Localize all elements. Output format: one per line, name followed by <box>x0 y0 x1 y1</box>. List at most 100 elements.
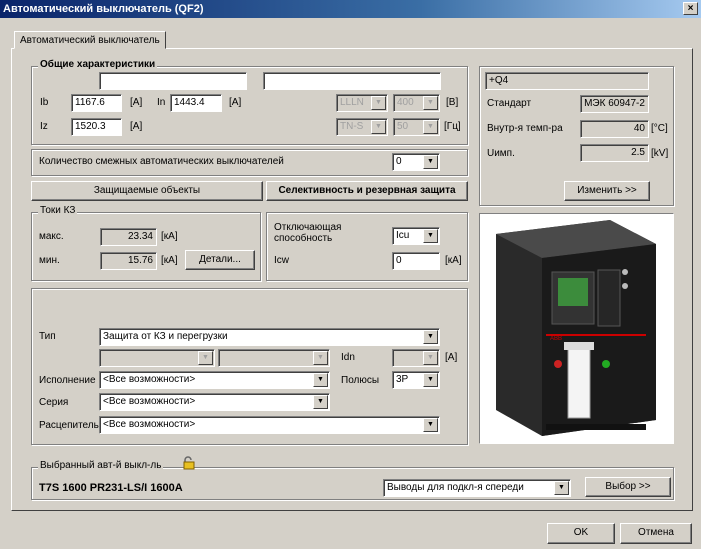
chevron-down-icon: ▼ <box>198 351 213 365</box>
tab-circuit-breaker[interactable]: Автоматический выключатель <box>14 31 166 49</box>
chevron-down-icon: ▼ <box>423 229 438 243</box>
release-value: <Все возможности> <box>103 419 196 430</box>
uimp-unit: [kV] <box>651 148 669 159</box>
temp-field: 40 <box>580 120 649 138</box>
ib-label: Ib <box>40 97 49 108</box>
lock-icon <box>182 456 196 470</box>
icw-unit: [кА] <box>445 255 462 266</box>
adjacent-select[interactable]: 0 ▼ <box>392 153 440 171</box>
series-select[interactable]: <Все возможности> ▼ <box>99 393 330 411</box>
icw-field[interactable]: 0 <box>392 252 440 270</box>
poles-label: Полюсы <box>341 375 380 386</box>
chevron-down-icon: ▼ <box>423 373 438 387</box>
system-value: LLLN <box>340 97 364 108</box>
type-label: Тип <box>39 331 56 342</box>
idn-select: ▼ <box>392 349 440 367</box>
general-legend: Общие характеристики <box>38 59 158 71</box>
type-select[interactable]: Защита от КЗ и перегрузки ▼ <box>99 328 440 346</box>
chevron-down-icon: ▼ <box>371 96 386 110</box>
window-title-bar: Автоматический выключатель (QF2) <box>0 0 701 18</box>
execution-label: Исполнение <box>39 375 96 386</box>
choose-button[interactable]: Выбор >> <box>585 477 671 497</box>
chevron-down-icon: ▼ <box>423 155 438 169</box>
in-field[interactable]: 1443.4 <box>170 94 222 112</box>
chevron-down-icon: ▼ <box>371 120 386 134</box>
icw-label: Icw <box>274 255 289 266</box>
chevron-down-icon: ▼ <box>554 481 569 495</box>
chevron-down-icon: ▼ <box>423 120 438 134</box>
poles-value: 3P <box>396 374 409 385</box>
iz-label: Iz <box>40 121 48 132</box>
voltage-unit: [В] <box>446 97 459 108</box>
execution-value: <Все возможности> <box>103 374 196 385</box>
uimp-field: 2.5 <box>580 144 649 162</box>
series-label: Серия <box>39 397 69 408</box>
protected-objects-button[interactable]: Защищаемые объекты <box>31 181 263 201</box>
in-label: In <box>157 97 166 108</box>
frequency-select: 50 ▼ <box>393 118 440 136</box>
ok-button[interactable]: OK <box>547 523 615 544</box>
adjacent-value: 0 <box>396 156 402 167</box>
name-field-2[interactable] <box>263 72 441 90</box>
standard-field: МЭК 60947-2 <box>580 95 649 113</box>
chevron-down-icon: ▼ <box>423 330 438 344</box>
temp-unit: [°C] <box>651 123 668 134</box>
ib-field[interactable]: 1167.6 <box>71 94 122 112</box>
svg-text:ABB: ABB <box>550 336 562 342</box>
execution-select[interactable]: <Все возможности> ▼ <box>99 371 330 389</box>
sc-min-field: 15.76 <box>100 252 157 270</box>
idn-label: Idn <box>341 352 355 363</box>
sc-legend: Токи КЗ <box>38 205 78 217</box>
sc-max-unit: [кА] <box>161 231 178 242</box>
selectivity-button[interactable]: Селективность и резервная защита <box>266 181 468 201</box>
subtype-select-1: ▼ <box>99 349 215 367</box>
chevron-down-icon: ▼ <box>313 373 328 387</box>
close-button[interactable]: × <box>683 2 698 15</box>
breaking-value: Icu <box>396 230 410 241</box>
uimp-label: Uимп. <box>487 148 515 159</box>
type-value: Защита от КЗ и перегрузки <box>103 331 228 342</box>
poles-select[interactable]: 3P ▼ <box>392 371 440 389</box>
breaker-image: ABB <box>479 213 674 444</box>
sc-min-unit: [кА] <box>161 255 178 266</box>
details-button[interactable]: Детали... <box>185 250 255 270</box>
frequency-value: 50 <box>397 121 409 132</box>
system-select: LLLN ▼ <box>336 94 388 112</box>
release-label: Расцепитель <box>39 420 99 431</box>
chevron-down-icon: ▼ <box>423 351 438 365</box>
idn-unit: [A] <box>445 352 458 363</box>
frequency-unit: [Гц] <box>444 121 461 132</box>
name-field-1[interactable] <box>99 72 247 90</box>
cancel-button[interactable]: Отмена <box>620 523 692 544</box>
standard-label: Стандарт <box>487 98 532 109</box>
code-field: +Q4 <box>485 72 649 90</box>
iz-field[interactable]: 1520.3 <box>71 118 122 136</box>
iz-unit: [A] <box>130 121 143 132</box>
sc-group <box>31 212 261 281</box>
ib-unit: [A] <box>130 97 143 108</box>
terminals-value: Выводы для подкл-я спереди <box>387 482 524 493</box>
sc-max-label: макс. <box>39 231 64 242</box>
voltage-select: 400 ▼ <box>393 94 440 112</box>
selected-model: T7S 1600 PR231-LS/I 1600A <box>39 482 183 494</box>
selected-legend: Выбранный авт-й выкл-ль <box>38 460 164 472</box>
sc-min-label: мин. <box>39 255 60 266</box>
chevron-down-icon: ▼ <box>423 96 438 110</box>
subtype-select-2: ▼ <box>218 349 330 367</box>
change-button[interactable]: Изменить >> <box>564 181 650 201</box>
chevron-down-icon: ▼ <box>423 418 438 432</box>
breaking-label: Отключающая способность <box>274 222 342 244</box>
in-unit: [A] <box>229 97 242 108</box>
breaker-illustration: ABB <box>496 220 656 436</box>
temp-label: Внутр-я темп-ра <box>487 123 563 134</box>
terminals-select[interactable]: Выводы для подкл-я спереди ▼ <box>383 479 571 497</box>
chevron-down-icon: ▼ <box>313 395 328 409</box>
breaking-select[interactable]: Icu ▼ <box>392 227 440 245</box>
earthing-select: TN-S ▼ <box>336 118 388 136</box>
series-value: <Все возможности> <box>103 396 196 407</box>
earthing-value: TN-S <box>340 121 364 132</box>
release-select[interactable]: <Все возможности> ▼ <box>99 416 440 434</box>
voltage-value: 400 <box>397 97 414 108</box>
chevron-down-icon: ▼ <box>313 351 328 365</box>
sc-max-field: 23.34 <box>100 228 157 246</box>
